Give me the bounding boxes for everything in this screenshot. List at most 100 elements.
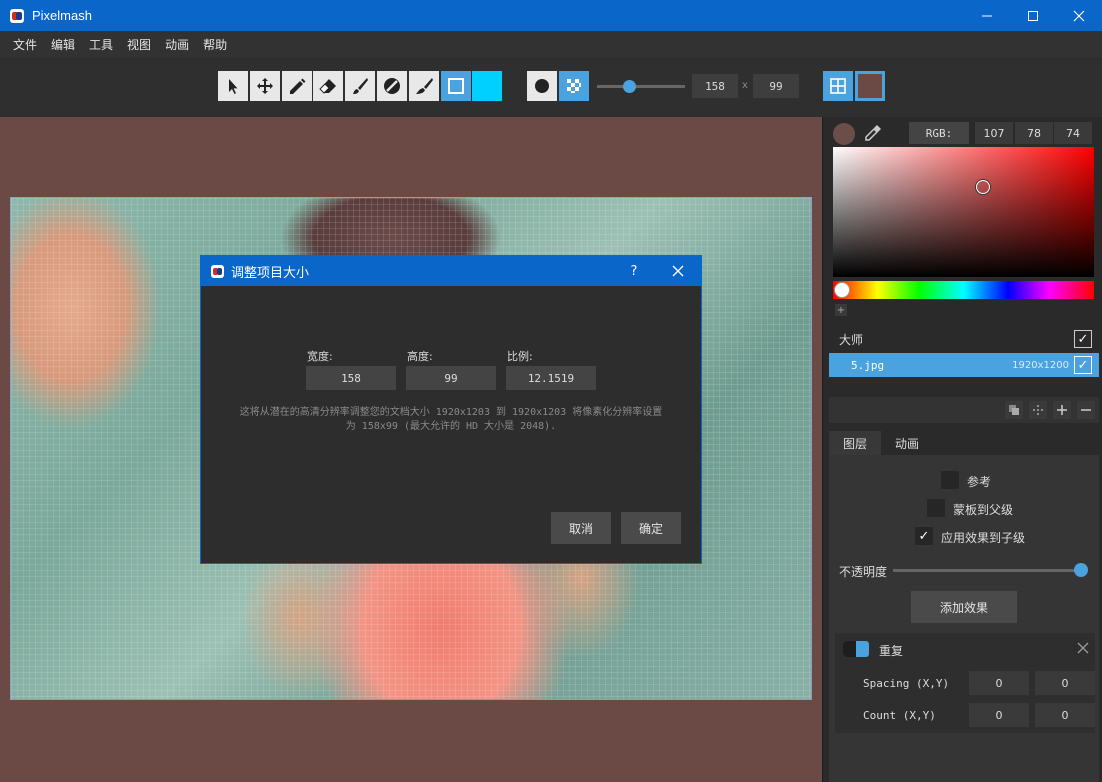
maximize-button[interactable]: [1010, 0, 1056, 31]
menu-edit[interactable]: 编辑: [44, 36, 82, 53]
move-icon: [256, 78, 273, 94]
brush-size-slider-thumb[interactable]: [623, 80, 636, 93]
resize-project-dialog: 调整项目大小 ? 宽度: 158 高度: 99 比例: 12.1519 这将从潜…: [200, 255, 702, 564]
color-mode-button[interactable]: RGB:: [909, 122, 969, 144]
dialog-logo-icon: [211, 264, 224, 278]
eraser-tool-button[interactable]: [313, 71, 344, 101]
menu-bar: 文件 编辑 工具 视图 动画 帮助: [0, 31, 1102, 57]
view-group: [823, 71, 887, 101]
layer-group-row[interactable]: 大师 ✓: [829, 327, 1099, 351]
dialog-close-button[interactable]: [663, 256, 693, 286]
opacity-label: 不透明度: [839, 565, 888, 579]
green-input[interactable]: 78: [1015, 122, 1053, 144]
background-color-button[interactable]: [854, 71, 885, 101]
cancel-button[interactable]: 取消: [551, 512, 611, 544]
size-separator: x: [742, 80, 748, 91]
add-swatch-button[interactable]: +: [835, 304, 847, 316]
tab-layers[interactable]: 图层: [829, 431, 882, 455]
plus-icon: [1057, 405, 1067, 415]
apply-effects-checkbox[interactable]: ✓: [915, 527, 933, 545]
add-effect-button[interactable]: 添加效果: [911, 591, 1017, 623]
brush-size-slider[interactable]: [597, 85, 685, 88]
dialog-description: 这将从潜在的高清分辨率调整您的文档大小 1920x1203 到 1920x120…: [221, 406, 681, 434]
toolbar: 158 x 99: [0, 57, 1102, 117]
canvas-width-input[interactable]: 158: [692, 74, 738, 98]
add-layer-button[interactable]: [1053, 401, 1071, 419]
dialog-width-label: 宽度:: [307, 350, 333, 363]
app-window: Pixelmash 文件 编辑 工具 视图 动画 帮助 158 x 99 RGB…: [0, 0, 1102, 782]
app-logo-icon: [10, 8, 24, 23]
pointer-icon: [229, 79, 238, 94]
dialog-height-input[interactable]: 99: [406, 366, 496, 390]
move-tool-button[interactable]: [249, 71, 280, 101]
duplicate-layer-button[interactable]: [1005, 401, 1023, 419]
remove-layer-button[interactable]: [1077, 401, 1095, 419]
opacity-slider-thumb[interactable]: [1074, 563, 1088, 577]
dialog-ratio-input[interactable]: 12.1519: [506, 366, 596, 390]
dialog-title-bar: 调整项目大小 ?: [201, 256, 701, 286]
blue-input[interactable]: 74: [1054, 122, 1092, 144]
opacity-slider[interactable]: [893, 569, 1083, 572]
remove-effect-icon[interactable]: [1077, 642, 1089, 654]
menu-tools[interactable]: 工具: [82, 36, 120, 53]
close-button[interactable]: [1056, 0, 1102, 31]
count-label: Count (X,Y): [863, 709, 936, 722]
saturation-value-picker[interactable]: [833, 147, 1094, 277]
layer-group-name: 大师: [839, 332, 864, 347]
dots-icon: [1033, 405, 1043, 415]
minimize-button[interactable]: [964, 0, 1010, 31]
title-bar: Pixelmash: [0, 0, 1102, 31]
pointer-tool-button[interactable]: [218, 71, 248, 101]
count-y-input[interactable]: 0: [1035, 703, 1095, 727]
effect-toggle[interactable]: [843, 641, 869, 657]
menu-help[interactable]: 帮助: [196, 36, 234, 53]
layer-properties: 参考 蒙板到父级 ✓ 应用效果到子级 不透明度 添加效果 重复 Spacing …: [829, 455, 1099, 782]
color-picker-cursor[interactable]: [976, 180, 990, 194]
rectangle-tool-button[interactable]: [440, 71, 471, 101]
layer-group-visibility-check[interactable]: ✓: [1074, 330, 1092, 348]
menu-view[interactable]: 视图: [120, 36, 158, 53]
layer-size: 1920x1200: [1012, 359, 1069, 371]
canvas-height-input[interactable]: 99: [753, 74, 799, 98]
grid-icon: [830, 78, 846, 94]
background-swatch: [857, 74, 882, 98]
grid-toggle-button[interactable]: [823, 71, 853, 101]
mask-to-parent-label: 蒙板到父级: [953, 503, 1014, 517]
eraser-icon: [319, 79, 337, 94]
mask-to-parent-checkbox[interactable]: [927, 499, 945, 517]
current-color-swatch[interactable]: [833, 123, 855, 145]
hue-slider[interactable]: [833, 281, 1094, 299]
dialog-width-input[interactable]: 158: [306, 366, 396, 390]
effect-toggle-knob: [843, 641, 856, 657]
spacing-y-input[interactable]: 0: [1035, 671, 1095, 695]
round-brush-button[interactable]: [527, 71, 557, 101]
spacing-x-input[interactable]: 0: [969, 671, 1029, 695]
layer-row[interactable]: 5.jpg 1920x1200 ✓: [829, 353, 1099, 377]
tab-animation[interactable]: 动画: [881, 431, 933, 455]
color-swatch-button[interactable]: [472, 71, 503, 101]
ok-button[interactable]: 确定: [621, 512, 681, 544]
tool-group: [218, 71, 504, 101]
eyedropper-icon[interactable]: [863, 123, 883, 143]
checker-icon: [566, 79, 581, 93]
menu-file[interactable]: 文件: [6, 36, 44, 53]
count-x-input[interactable]: 0: [969, 703, 1029, 727]
layer-name: 5.jpg: [851, 358, 885, 372]
fill-tool-button[interactable]: [376, 71, 407, 101]
circle-icon: [535, 79, 549, 93]
dither-brush-button[interactable]: [558, 71, 589, 101]
maximize-icon: [1028, 10, 1038, 21]
brush-icon: [353, 78, 369, 94]
paint-brush-tool-button[interactable]: [408, 71, 439, 101]
red-input[interactable]: 107: [975, 122, 1013, 144]
brush-tool-button[interactable]: [345, 71, 376, 101]
hue-slider-thumb[interactable]: [834, 282, 850, 298]
dialog-help-button[interactable]: ?: [619, 256, 649, 286]
group-layer-button[interactable]: [1029, 401, 1047, 419]
dialog-title: 调整项目大小: [231, 265, 310, 281]
menu-animation[interactable]: 动画: [158, 36, 196, 53]
layer-visibility-check[interactable]: ✓: [1074, 356, 1092, 374]
brush-shape-group: [527, 71, 591, 101]
pencil-tool-button[interactable]: [281, 71, 312, 101]
reference-checkbox[interactable]: [941, 471, 959, 489]
